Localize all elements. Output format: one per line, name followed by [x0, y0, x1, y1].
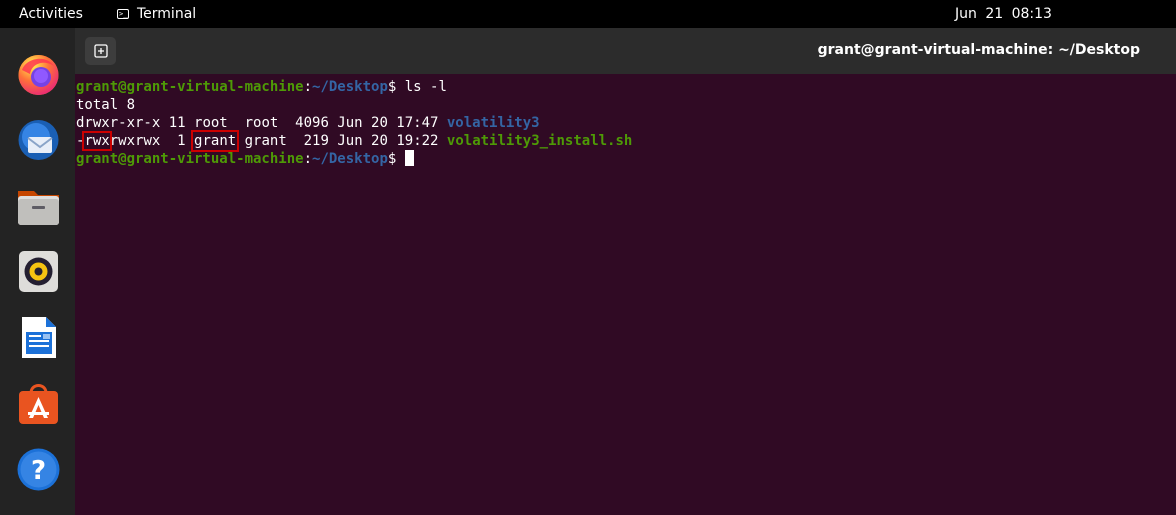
- clock[interactable]: Jun 21 08:13: [955, 6, 1052, 22]
- activities-button[interactable]: Activities: [19, 6, 83, 22]
- prompt-line: grant@grant-virtual-machine:~/Desktop$: [76, 150, 414, 168]
- prompt-path: ~/Desktop: [312, 79, 388, 95]
- terminal-headerbar: grant@grant-virtual-machine: ~/Desktop: [75, 28, 1176, 74]
- terminal-output[interactable]: grant@grant-virtual-machine:~/Desktop$ l…: [75, 74, 1176, 515]
- terminal-icon: >_: [117, 9, 129, 19]
- app-name: Terminal: [137, 6, 197, 22]
- help-icon[interactable]: ?: [16, 447, 61, 492]
- top-bar: Activities >_ Terminal Jun 21 08:13: [0, 0, 1176, 28]
- listing-row: drwxr-xr-x 11 root root 4096 Jun 20 17:4…: [76, 114, 540, 132]
- software-center-icon[interactable]: [16, 381, 61, 426]
- prompt-user: grant@grant-virtual-machine: [76, 151, 304, 167]
- row2-details: grant 219 Jun 20 19:22: [236, 133, 447, 149]
- window-title: grant@grant-virtual-machine: ~/Desktop: [817, 42, 1140, 58]
- row2-links: 1: [160, 133, 195, 149]
- owner-perms-highlight: rwx: [82, 131, 112, 151]
- libreoffice-writer-icon[interactable]: [16, 315, 61, 360]
- row1-details: 11 root root 4096 Jun 20 17:47: [160, 115, 447, 131]
- app-menu[interactable]: >_ Terminal: [117, 6, 196, 22]
- prompt-user: grant@grant-virtual-machine: [76, 79, 304, 95]
- firefox-icon[interactable]: [16, 52, 61, 97]
- prompt-colon: :: [303, 151, 313, 167]
- prompt-colon: :: [303, 79, 313, 95]
- new-tab-button[interactable]: [85, 37, 116, 65]
- prompt-symbol: $: [387, 151, 397, 167]
- prompt-line: grant@grant-virtual-machine:~/Desktop$ l…: [76, 78, 447, 96]
- prompt-path: ~/Desktop: [312, 151, 388, 167]
- listing-row: -rwxrwxrwx 1 grant grant 219 Jun 20 19:2…: [76, 130, 633, 152]
- files-icon[interactable]: [16, 183, 61, 228]
- rhythmbox-icon[interactable]: [16, 249, 61, 294]
- text-cursor: [404, 150, 414, 166]
- total-line: total 8: [76, 97, 136, 113]
- row2-name: volatility3_install.sh: [446, 133, 633, 149]
- new-tab-icon: [93, 44, 108, 58]
- dock: ?: [0, 28, 75, 515]
- command-text: ls -l: [396, 79, 447, 95]
- owner-highlight: grant: [191, 130, 240, 152]
- thunderbird-icon[interactable]: [16, 117, 61, 162]
- svg-text:?: ?: [31, 456, 46, 486]
- row2-perm-rest: rwxrwx: [109, 133, 161, 149]
- row1-name: volatility3: [446, 115, 540, 131]
- row1-perms: drwxr-xr-x: [76, 115, 161, 131]
